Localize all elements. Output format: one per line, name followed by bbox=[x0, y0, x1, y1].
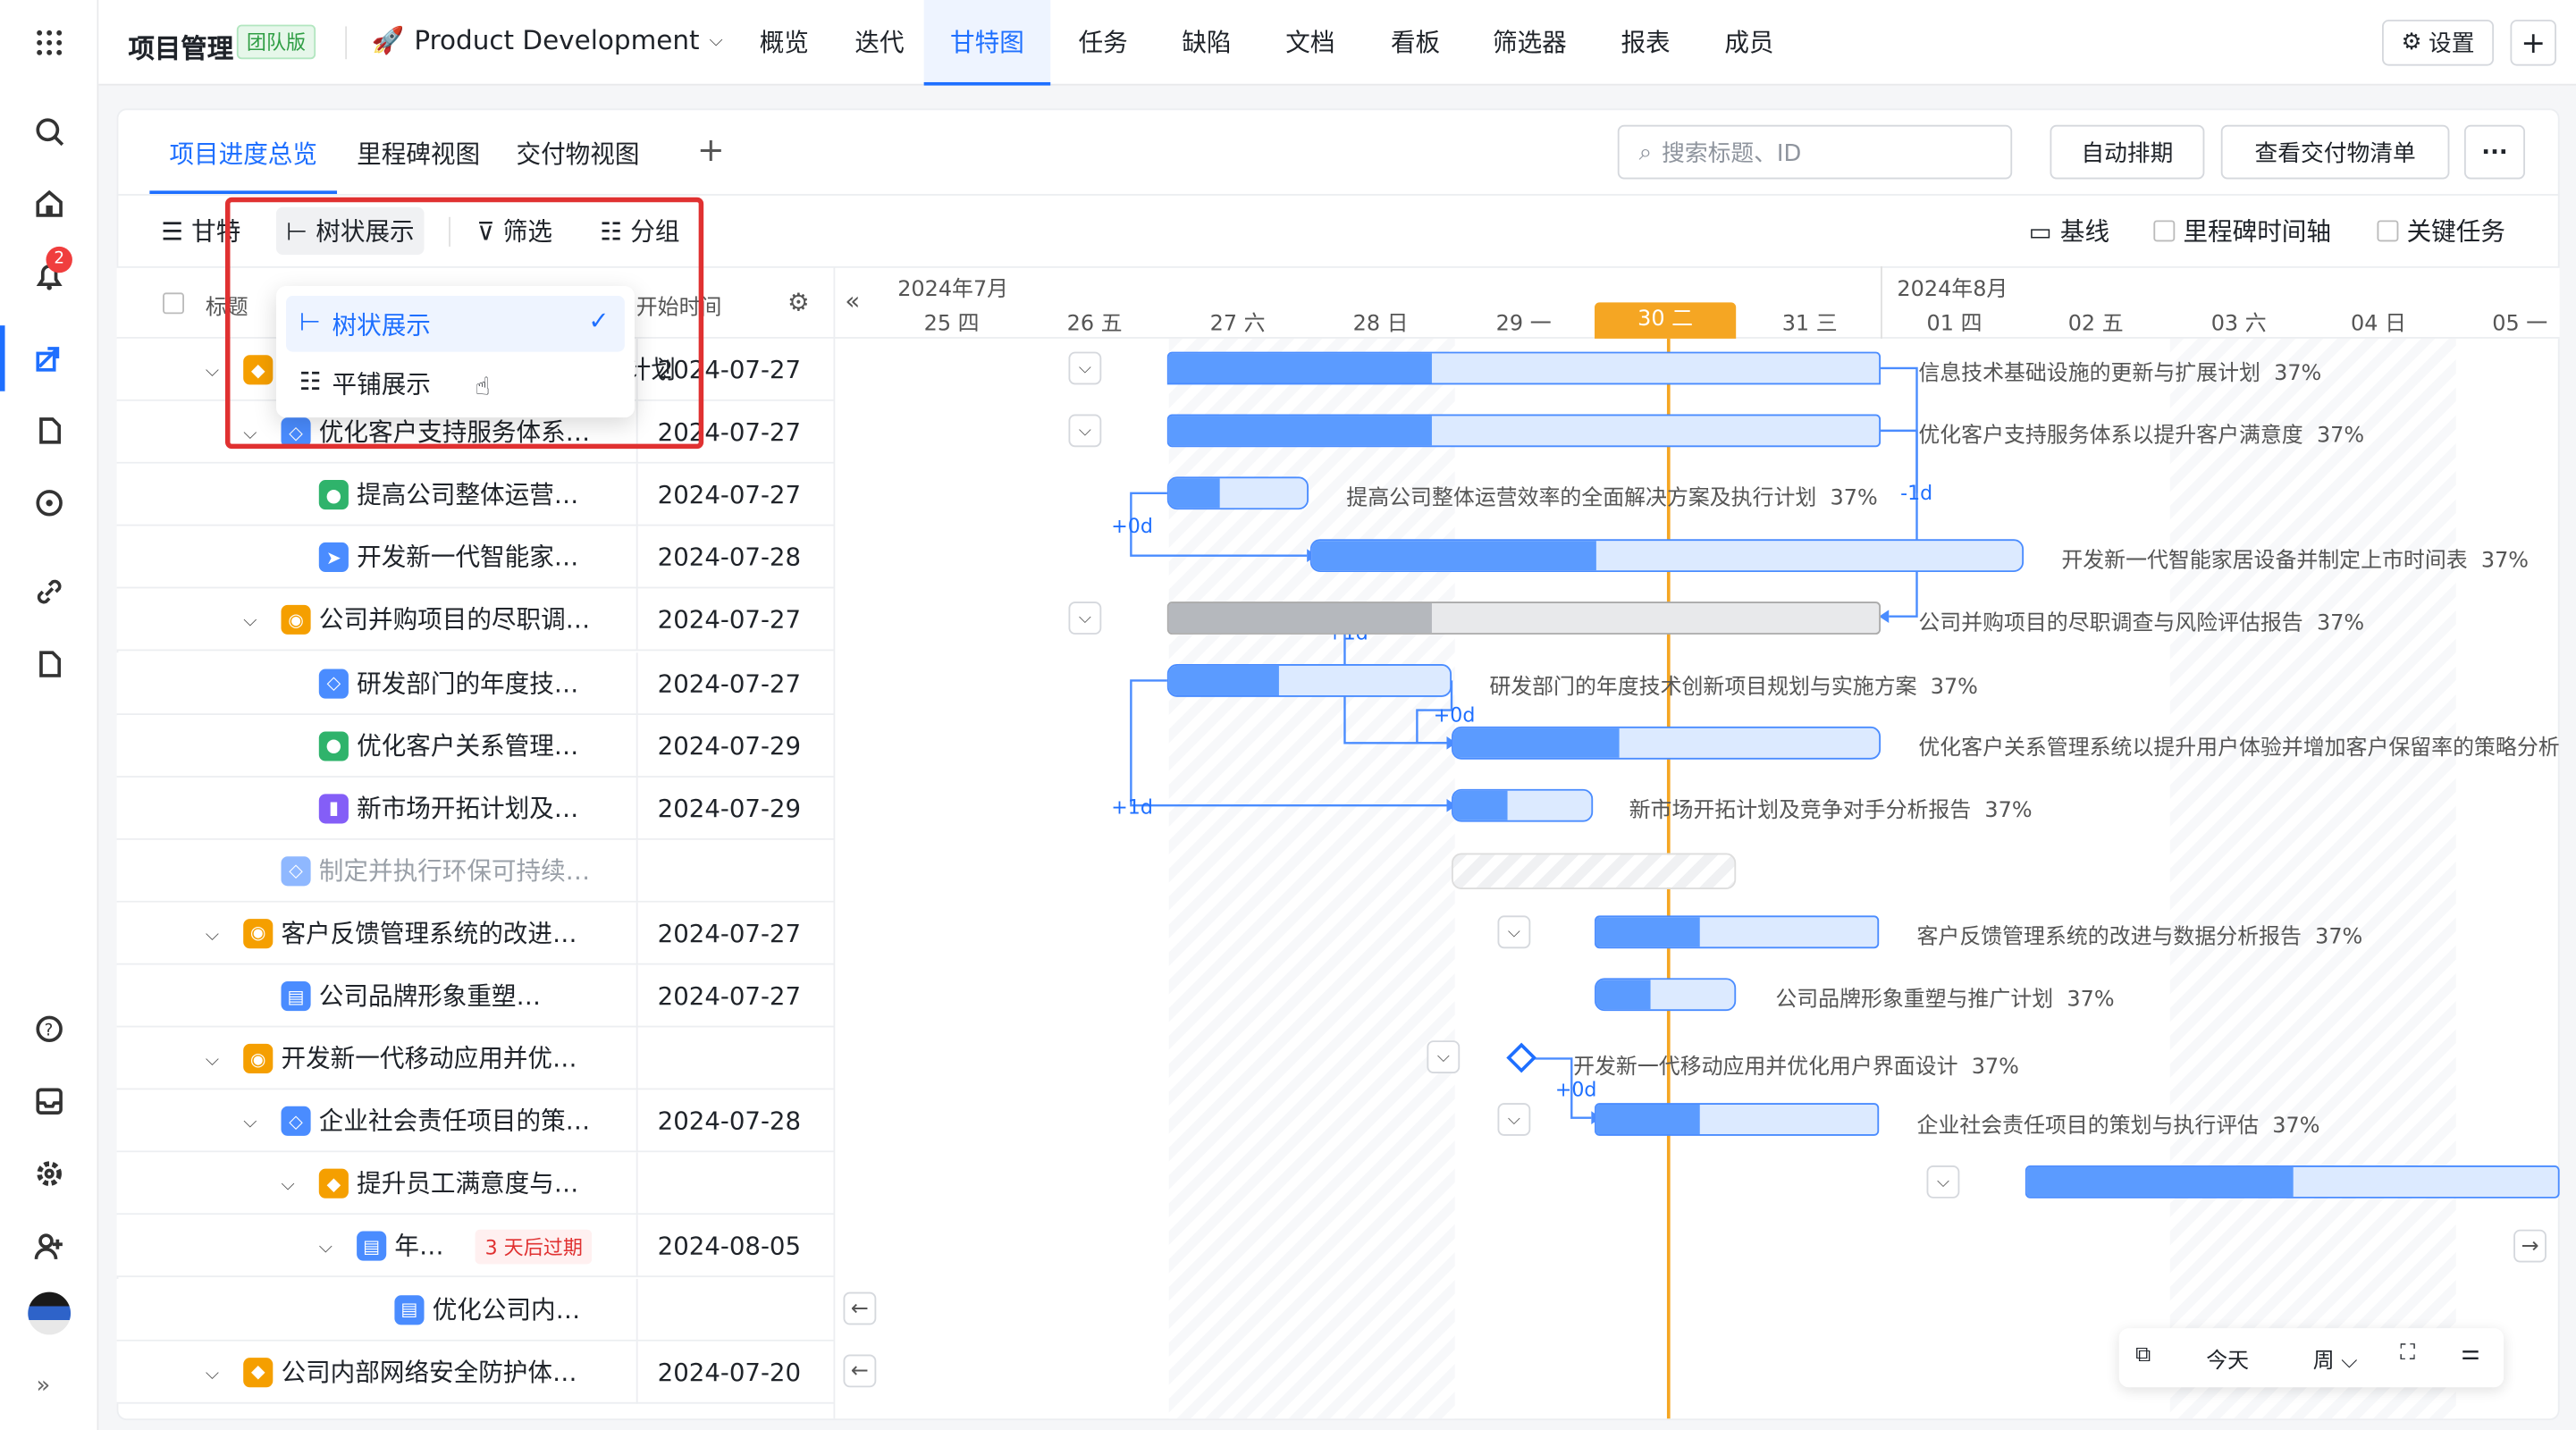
collapse-toggle[interactable]: ⌵ bbox=[1926, 1165, 1960, 1199]
view-controls: ⧉ 今天 周 ⌵ ⛶ ⚌ bbox=[2118, 1328, 2504, 1388]
highlight-box bbox=[224, 197, 704, 450]
gantt-bar[interactable] bbox=[1452, 788, 1594, 822]
dep-label: +0d bbox=[1433, 703, 1476, 727]
bar-label: 开发新一代智能家居设备并制定上市时间表 37% bbox=[2061, 549, 2530, 574]
dep-label: +0d bbox=[1111, 514, 1153, 538]
gantt-bar[interactable] bbox=[2025, 1165, 2560, 1199]
today-button[interactable]: 今天 bbox=[2206, 1343, 2249, 1375]
collapse-toggle[interactable]: ⌵ bbox=[1068, 351, 1102, 385]
gantt-bar[interactable] bbox=[1595, 1103, 1880, 1136]
dep-label: +0d bbox=[1554, 1078, 1597, 1102]
bar-label: 优化客户支持服务体系以提升客户满意度 37% bbox=[1918, 424, 2365, 450]
bar-label: 优化客户关系管理系统以提升用户体验并增加客户保留率的策略分析 bbox=[1918, 736, 2560, 761]
gantt-bar[interactable] bbox=[1166, 664, 1452, 697]
collapse-toggle[interactable]: ⌵ bbox=[1497, 1103, 1531, 1136]
bar-label: 研发部门的年度技术创新项目规划与实施方案 37% bbox=[1489, 675, 1978, 701]
fullscreen-icon[interactable]: ⛶ bbox=[2400, 1342, 2415, 1367]
gantt-bar[interactable] bbox=[1309, 539, 2025, 573]
bar-label: 提高公司整体运营效率的全面解决方案及执行计划 37% bbox=[1346, 486, 1878, 511]
collapse-toggle[interactable]: ⌵ bbox=[1497, 915, 1531, 949]
gantt-bar[interactable] bbox=[1595, 978, 1737, 1012]
bar-label: 企业社会责任项目的策划与执行评估 37% bbox=[1916, 1114, 2320, 1140]
dep-label: -1d bbox=[1900, 481, 1933, 505]
scroll-left-arrow-icon[interactable]: ← bbox=[843, 1354, 877, 1388]
gantt-bar[interactable] bbox=[1166, 476, 1309, 510]
scroll-left-arrow-icon[interactable]: ← bbox=[843, 1291, 877, 1325]
export-icon[interactable]: ⧉ bbox=[2135, 1343, 2151, 1368]
collapse-toggle[interactable]: ⌵ bbox=[1068, 601, 1102, 635]
gantt-bar[interactable] bbox=[1595, 915, 1880, 949]
bar-label: 公司品牌形象重塑与推广计划 37% bbox=[1775, 988, 2115, 1013]
bar-label: 公司并购项目的尽职调查与风险评估报告 37% bbox=[1918, 611, 2365, 636]
scroll-right-arrow-icon[interactable]: → bbox=[2513, 1229, 2547, 1263]
collapse-toggle[interactable]: ⌵ bbox=[1427, 1040, 1461, 1073]
dep-label: +1d bbox=[1111, 795, 1153, 819]
bar-label: 客户反馈管理系统的改进与数据分析报告 37% bbox=[1916, 925, 2363, 951]
collapse-toggle[interactable]: ⌵ bbox=[1068, 414, 1102, 448]
gantt-bar[interactable] bbox=[1166, 351, 1881, 385]
bar-label: 新市场开拓计划及竞争对手分析报告 37% bbox=[1629, 798, 2033, 824]
bar-label: 开发新一代移动应用并优化用户界面设计 37% bbox=[1573, 1055, 2019, 1081]
gantt-bar[interactable] bbox=[1166, 601, 1881, 635]
gantt-bar[interactable] bbox=[1452, 726, 1881, 760]
unscheduled-bar[interactable] bbox=[1452, 853, 1737, 890]
sliders-icon[interactable]: ⚌ bbox=[2461, 1342, 2479, 1367]
gantt-bar[interactable] bbox=[1166, 414, 1881, 448]
bar-label: 信息技术基础设施的更新与扩展计划 37% bbox=[1918, 361, 2322, 387]
zoom-select[interactable]: 周 ⌵ bbox=[2313, 1343, 2358, 1375]
